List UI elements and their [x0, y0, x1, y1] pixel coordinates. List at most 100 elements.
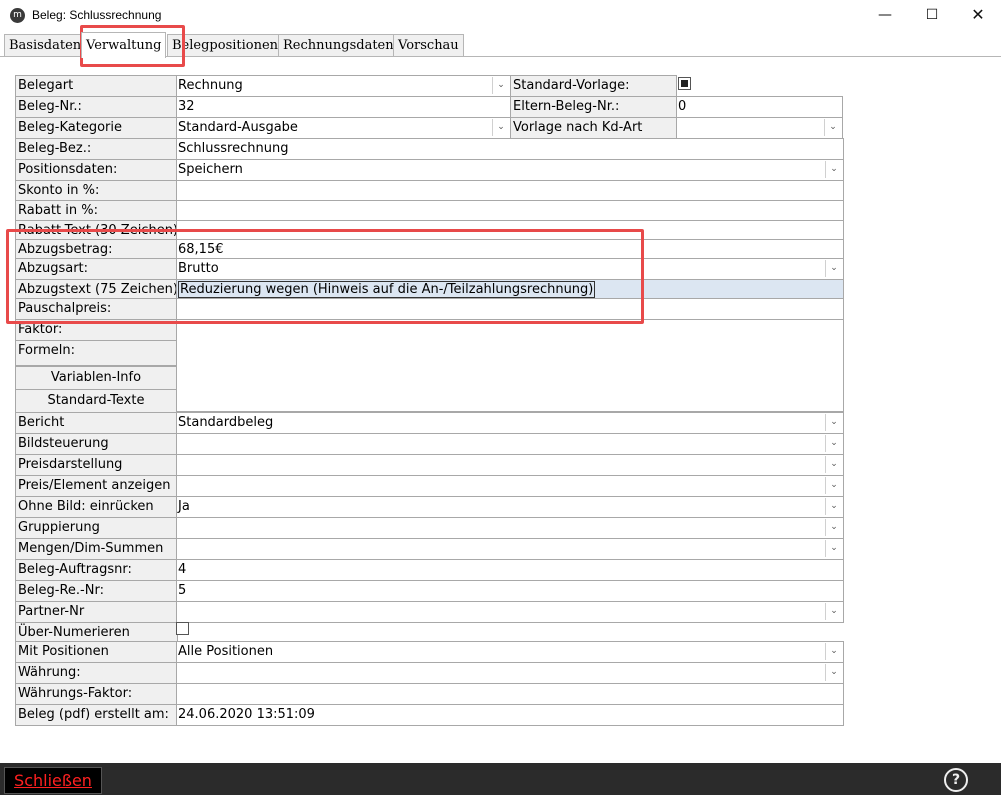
maximize-button[interactable]: ☐	[909, 0, 955, 32]
row-abzugstext: Abzugstext (75 Zeichen): Reduzierung weg…	[15, 279, 844, 301]
chevron-down-icon[interactable]: ⌄	[825, 161, 842, 178]
variablen-info-button[interactable]: Variablen-Info	[15, 366, 177, 390]
label-beleg-kategorie: Beleg-Kategorie	[15, 117, 178, 139]
row-waehrung: Währung: ⌄	[15, 662, 844, 684]
label-ohne-bild: Ohne Bild: einrücken	[15, 496, 178, 518]
row-beleg-re-nr: Beleg-Re.-Nr: 5	[15, 580, 844, 602]
label-positionsdaten: Positionsdaten:	[15, 159, 178, 181]
chevron-down-icon[interactable]: ⌄	[825, 260, 842, 277]
pauschalpreis-field[interactable]	[176, 298, 844, 320]
row-partner-nr: Partner-Nr ⌄	[15, 601, 844, 623]
label-beleg-bez: Beleg-Bez.:	[15, 138, 178, 160]
belegart-value: Rechnung	[178, 78, 243, 93]
label-standard-vorlage: Standard-Vorlage:	[510, 75, 677, 97]
beleg-nr-field[interactable]: 32	[176, 96, 511, 118]
chevron-down-icon[interactable]: ⌄	[825, 414, 842, 431]
faktor-field[interactable]	[176, 319, 844, 341]
chevron-down-icon[interactable]: ⌄	[825, 498, 842, 515]
ohne-bild-select[interactable]: Ja ⌄	[176, 496, 844, 518]
row-bildsteuerung: Bildsteuerung ⌄	[15, 433, 844, 455]
row-beleg-bez: Beleg-Bez.: Schlussrechnung	[15, 138, 844, 160]
positionsdaten-select[interactable]: Speichern ⌄	[176, 159, 844, 181]
row-abzugsbetrag: Abzugsbetrag: 68,15€	[15, 239, 844, 261]
bildsteuerung-select[interactable]: ⌄	[176, 433, 844, 455]
row-rabatt-text: Rabatt-Text (30 Zeichen):	[15, 220, 844, 242]
tab-verwaltung[interactable]: Verwaltung	[81, 32, 167, 58]
close-button-label: Schließen	[14, 771, 92, 790]
tab-belegpositionen[interactable]: Belegpositionen	[167, 34, 284, 56]
preisdarstellung-select[interactable]: ⌄	[176, 454, 844, 476]
rabatt-field[interactable]	[176, 200, 844, 222]
row-mit-positionen: Mit Positionen Alle Positionen ⌄	[15, 641, 844, 663]
chevron-down-icon[interactable]: ⌄	[824, 119, 841, 136]
tab-rechnungsdaten[interactable]: Rechnungsdaten	[278, 34, 399, 56]
mengen-dim-select[interactable]: ⌄	[176, 538, 844, 560]
chevron-down-icon[interactable]: ⌄	[825, 643, 842, 660]
label-abzugsart: Abzugsart:	[15, 258, 178, 280]
row-skonto: Skonto in %:	[15, 180, 844, 202]
preis-element-select[interactable]: ⌄	[176, 475, 844, 497]
chevron-down-icon[interactable]: ⌄	[825, 603, 842, 620]
chevron-down-icon[interactable]: ⌄	[492, 77, 509, 94]
beleg-bez-field[interactable]: Schlussrechnung	[176, 138, 844, 160]
label-waehrung: Währung:	[15, 662, 178, 684]
label-beleg-auftragsnr: Beleg-Auftragsnr:	[15, 559, 178, 581]
label-preis-element: Preis/Element anzeigen	[15, 475, 178, 497]
belegart-select[interactable]: Rechnung ⌄	[176, 75, 511, 97]
beleg-kategorie-value: Standard-Ausgabe	[178, 120, 298, 135]
row-mengen-dim: Mengen/Dim-Summen ⌄	[15, 538, 844, 560]
chevron-down-icon[interactable]: ⌄	[825, 540, 842, 557]
standard-texte-button[interactable]: Standard-Texte	[15, 389, 177, 413]
beleg-kategorie-select[interactable]: Standard-Ausgabe ⌄	[176, 117, 511, 139]
waehrungs-faktor-field[interactable]	[176, 683, 844, 705]
mit-positionen-select[interactable]: Alle Positionen ⌄	[176, 641, 844, 663]
eltern-beleg-nr-field[interactable]: 0	[676, 96, 843, 118]
chevron-down-icon[interactable]: ⌄	[825, 477, 842, 494]
formeln-field[interactable]	[176, 340, 844, 412]
label-mengen-dim: Mengen/Dim-Summen	[15, 538, 178, 560]
row-gruppierung: Gruppierung ⌄	[15, 517, 844, 539]
partner-nr-select[interactable]: ⌄	[176, 601, 844, 623]
chevron-down-icon[interactable]: ⌄	[492, 119, 509, 136]
title-bar: m Beleg: Schlussrechnung — ☐ ✕	[0, 0, 1001, 32]
help-icon[interactable]: ?	[944, 768, 968, 792]
beleg-re-nr-field[interactable]: 5	[176, 580, 844, 602]
chevron-down-icon[interactable]: ⌄	[825, 456, 842, 473]
row-bericht: Bericht Standardbeleg ⌄	[15, 412, 844, 434]
bericht-value: Standardbeleg	[178, 415, 274, 430]
skonto-field[interactable]	[176, 180, 844, 202]
abzugsart-select[interactable]: Brutto ⌄	[176, 258, 844, 280]
label-gruppierung: Gruppierung	[15, 517, 178, 539]
tab-basisdaten[interactable]: Basisdaten	[4, 34, 87, 56]
label-preisdarstellung: Preisdarstellung	[15, 454, 178, 476]
row-faktor: Faktor:	[15, 319, 844, 341]
chevron-down-icon[interactable]: ⌄	[825, 435, 842, 452]
label-skonto: Skonto in %:	[15, 180, 178, 202]
vorlage-kd-art-select[interactable]: ⌄	[676, 117, 843, 139]
label-beleg-re-nr: Beleg-Re.-Nr:	[15, 580, 178, 602]
row-beleg-kategorie: Beleg-Kategorie Standard-Ausgabe ⌄ Vorla…	[15, 117, 843, 139]
label-partner-nr: Partner-Nr	[15, 601, 178, 623]
close-button[interactable]: Schließen	[4, 767, 102, 794]
abzugsart-value: Brutto	[178, 261, 219, 276]
label-mit-positionen: Mit Positionen	[15, 641, 178, 663]
chevron-down-icon[interactable]: ⌄	[825, 664, 842, 681]
bericht-select[interactable]: Standardbeleg ⌄	[176, 412, 844, 434]
gruppierung-select[interactable]: ⌄	[176, 517, 844, 539]
tab-vorschau[interactable]: Vorschau	[393, 34, 464, 56]
row-abzugsart: Abzugsart: Brutto ⌄	[15, 258, 844, 280]
standard-vorlage-checkbox[interactable]	[678, 77, 691, 90]
close-window-button[interactable]: ✕	[955, 0, 1001, 32]
ohne-bild-value: Ja	[178, 499, 190, 514]
chevron-down-icon[interactable]: ⌄	[825, 519, 842, 536]
row-positionsdaten: Positionsdaten: Speichern ⌄	[15, 159, 844, 181]
label-belegart: Belegart	[15, 75, 178, 97]
label-beleg-pdf: Beleg (pdf) erstellt am:	[15, 704, 178, 726]
positionsdaten-value: Speichern	[178, 162, 243, 177]
minimize-button[interactable]: —	[862, 0, 908, 32]
row-pauschalpreis: Pauschalpreis:	[15, 298, 844, 320]
waehrung-select[interactable]: ⌄	[176, 662, 844, 684]
ueber-numerieren-checkbox[interactable]	[176, 622, 189, 635]
beleg-auftragsnr-field[interactable]: 4	[176, 559, 844, 581]
beleg-pdf-field: 24.06.2020 13:51:09	[176, 704, 844, 726]
